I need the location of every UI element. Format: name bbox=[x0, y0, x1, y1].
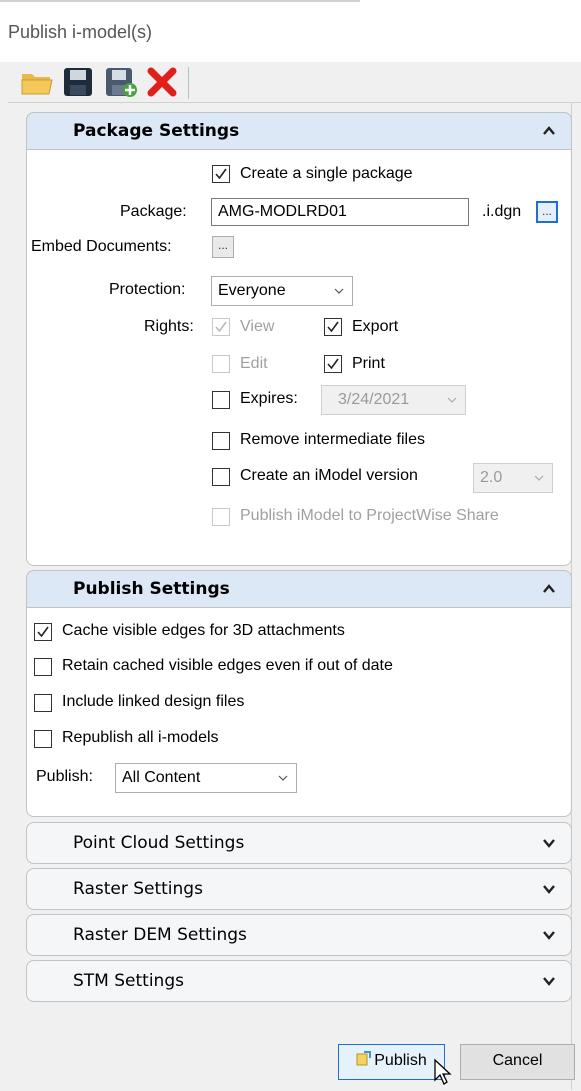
chevron-down-icon bbox=[543, 885, 555, 894]
package-label: Package: bbox=[120, 203, 187, 220]
raster-dem-settings-header[interactable]: Raster DEM Settings bbox=[26, 914, 572, 956]
view-checkbox bbox=[212, 318, 230, 336]
publish-content-value: All Content bbox=[122, 769, 201, 786]
create-single-package-checkbox[interactable] bbox=[212, 165, 230, 183]
publish-content-label: Publish: bbox=[36, 768, 93, 785]
publish-projectwise-checkbox bbox=[212, 508, 230, 526]
open-folder-icon[interactable] bbox=[20, 66, 53, 98]
imodel-version-dropdown: 2.0 bbox=[473, 463, 553, 493]
save-as-icon[interactable] bbox=[104, 66, 137, 98]
protection-label: Protection: bbox=[109, 281, 186, 298]
create-single-package-label: Create a single package bbox=[240, 165, 413, 182]
cancel-button[interactable]: Cancel bbox=[460, 1044, 575, 1080]
package-name-field[interactable]: AMG-MODLRD01 bbox=[211, 198, 469, 226]
edit-checkbox bbox=[212, 355, 230, 373]
chevron-down-icon bbox=[543, 839, 555, 848]
chevron-down-icon bbox=[543, 977, 555, 986]
package-extension: .i.dgn bbox=[482, 203, 522, 220]
chevron-down-icon bbox=[534, 475, 544, 481]
imodel-version-value: 2.0 bbox=[480, 469, 503, 486]
stm-settings-title: STM Settings bbox=[73, 971, 184, 991]
edit-label: Edit bbox=[240, 355, 268, 372]
rights-label: Rights: bbox=[144, 318, 194, 335]
save-icon[interactable] bbox=[62, 66, 94, 98]
check-icon bbox=[327, 321, 339, 333]
export-checkbox[interactable] bbox=[324, 318, 342, 336]
publish-button-label: Publish bbox=[374, 1052, 427, 1069]
raster-dem-settings-title: Raster DEM Settings bbox=[73, 925, 247, 945]
chevron-down-icon bbox=[447, 397, 457, 403]
republish-all-label: Republish all i-models bbox=[62, 729, 219, 746]
window-title: Publish i-model(s) bbox=[8, 22, 153, 42]
view-label: View bbox=[240, 318, 275, 335]
check-icon bbox=[215, 168, 227, 180]
chevron-down-icon bbox=[334, 288, 344, 294]
print-label: Print bbox=[352, 355, 385, 372]
publish-settings-header[interactable]: Publish Settings bbox=[26, 570, 572, 608]
package-browse-button[interactable]: ... bbox=[536, 201, 558, 223]
raster-settings-header[interactable]: Raster Settings bbox=[26, 868, 572, 910]
expires-checkbox[interactable] bbox=[212, 391, 230, 409]
stm-settings-header[interactable]: STM Settings bbox=[26, 960, 572, 1002]
toolbar-separator bbox=[188, 67, 189, 99]
title-bar: Publish i-model(s) bbox=[0, 0, 581, 62]
retain-cached-checkbox[interactable] bbox=[34, 658, 52, 676]
cache-visible-edges-checkbox[interactable] bbox=[34, 623, 52, 641]
publish-projectwise-label: Publish iModel to ProjectWise Share bbox=[240, 507, 499, 524]
republish-all-checkbox[interactable] bbox=[34, 730, 52, 748]
publish-icon bbox=[356, 1051, 372, 1066]
check-icon bbox=[327, 358, 339, 370]
retain-cached-label: Retain cached visible edges even if out … bbox=[62, 657, 393, 674]
export-label: Export bbox=[352, 318, 399, 335]
embed-documents-browse-button[interactable]: ... bbox=[212, 236, 234, 258]
chevron-down-icon bbox=[278, 775, 288, 781]
point-cloud-settings-title: Point Cloud Settings bbox=[73, 833, 245, 853]
package-settings-header[interactable]: Package Settings bbox=[26, 112, 572, 150]
mouse-cursor-icon bbox=[434, 1058, 452, 1085]
cache-visible-edges-label: Cache visible edges for 3D attachments bbox=[62, 622, 345, 639]
expires-date-picker: 3/24/2021 bbox=[321, 385, 466, 415]
remove-intermediate-label: Remove intermediate files bbox=[240, 431, 425, 448]
point-cloud-settings-header[interactable]: Point Cloud Settings bbox=[26, 822, 572, 864]
chevron-down-icon bbox=[543, 931, 555, 940]
publish-content-dropdown[interactable]: All Content bbox=[115, 763, 297, 793]
create-imodel-version-label: Create an iModel version bbox=[240, 467, 418, 484]
cancel-button-label: Cancel bbox=[492, 1052, 543, 1069]
expires-label: Expires: bbox=[240, 390, 298, 407]
publish-button[interactable]: Publish bbox=[338, 1044, 445, 1080]
include-linked-checkbox[interactable] bbox=[34, 694, 52, 712]
print-checkbox[interactable] bbox=[324, 355, 342, 373]
chevron-up-icon bbox=[543, 584, 555, 593]
package-settings-title: Package Settings bbox=[73, 121, 240, 141]
publish-imodel-dialog: Publish i-model(s) Package Settings Crea… bbox=[0, 0, 581, 1091]
check-icon bbox=[37, 626, 49, 638]
publish-settings-title: Publish Settings bbox=[73, 579, 230, 599]
create-imodel-version-checkbox[interactable] bbox=[212, 468, 230, 486]
expires-date-value: 3/24/2021 bbox=[338, 391, 410, 408]
protection-dropdown[interactable]: Everyone bbox=[211, 276, 353, 306]
embed-documents-label: Embed Documents: bbox=[31, 238, 172, 255]
raster-settings-title: Raster Settings bbox=[73, 879, 203, 899]
remove-intermediate-checkbox[interactable] bbox=[212, 432, 230, 450]
check-icon bbox=[215, 321, 227, 333]
delete-icon[interactable] bbox=[146, 66, 178, 98]
chevron-up-icon bbox=[543, 126, 555, 135]
include-linked-label: Include linked design files bbox=[62, 693, 245, 710]
protection-value: Everyone bbox=[218, 282, 286, 299]
top-border bbox=[0, 0, 360, 2]
